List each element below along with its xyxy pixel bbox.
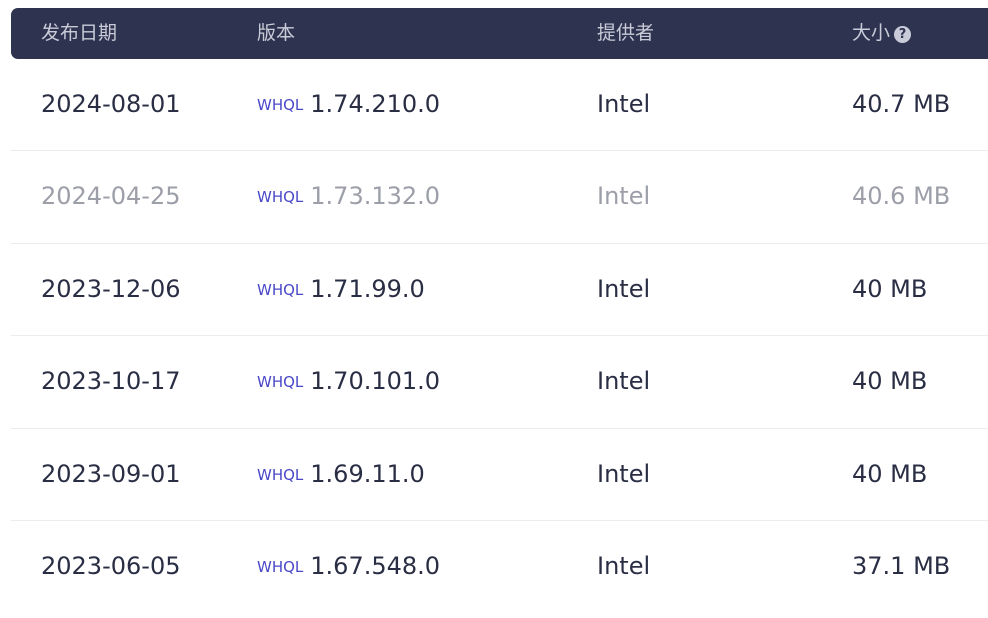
row-size: 37.1 MB: [852, 551, 951, 580]
row-version: WHQL 1.69.11.0: [257, 429, 425, 521]
row-provider: Intel: [597, 274, 651, 303]
whql-badge: WHQL: [257, 188, 304, 207]
row-size: 40 MB: [852, 459, 928, 488]
row-version: WHQL 1.74.210.0: [257, 59, 440, 151]
row-version: WHQL 1.70.101.0: [257, 336, 440, 428]
row-version-number: 1.71.99.0: [310, 274, 425, 303]
row-provider: Intel: [597, 459, 651, 488]
table-row[interactable]: 2023-09-01 WHQL 1.69.11.0 Intel 40 MB: [11, 429, 988, 521]
row-provider: Intel: [597, 551, 651, 580]
question-circle-icon[interactable]: ?: [894, 26, 912, 43]
table-row[interactable]: 2024-04-25 WHQL 1.73.132.0 Intel 40.6 MB: [11, 151, 988, 244]
row-size: 40 MB: [852, 274, 928, 303]
row-date: 2024-04-25: [41, 182, 181, 211]
row-size: 40 MB: [852, 367, 928, 396]
whql-badge: WHQL: [257, 465, 304, 484]
row-version-number: 1.67.548.0: [310, 551, 441, 580]
row-version: WHQL 1.71.99.0: [257, 244, 425, 336]
row-version: WHQL 1.67.548.0: [257, 521, 440, 613]
whql-badge: WHQL: [257, 96, 304, 114]
row-provider: Intel: [597, 90, 651, 118]
row-version-number: 1.70.101.0: [310, 367, 441, 396]
row-date: 2024-08-01: [41, 90, 181, 118]
row-date: 2023-06-05: [41, 551, 181, 580]
whql-badge: WHQL: [257, 557, 304, 576]
row-date: 2023-10-17: [41, 367, 181, 396]
column-header-version[interactable]: 版本: [257, 8, 295, 59]
table-header: 发布日期 版本 提供者 大小?: [11, 8, 988, 59]
row-version-number: 1.74.210.0: [310, 90, 441, 118]
column-header-provider[interactable]: 提供者: [597, 8, 654, 59]
row-version-number: 1.69.11.0: [310, 459, 425, 488]
table-row[interactable]: 2023-12-06 WHQL 1.71.99.0 Intel 40 MB: [11, 244, 988, 337]
row-version-number: 1.73.132.0: [310, 182, 441, 211]
row-version: WHQL 1.73.132.0: [257, 151, 440, 243]
row-size: 40.7 MB: [852, 90, 951, 118]
row-size: 40.6 MB: [852, 182, 951, 211]
whql-badge: WHQL: [257, 373, 304, 392]
row-provider: Intel: [597, 182, 651, 211]
column-header-date[interactable]: 发布日期: [41, 8, 117, 59]
row-date: 2023-12-06: [41, 274, 181, 303]
whql-badge: WHQL: [257, 280, 304, 299]
column-header-size[interactable]: 大小?: [852, 8, 912, 59]
driver-version-table: 发布日期 版本 提供者 大小? 2024-08-01 WHQL 1.74.210.…: [11, 8, 988, 612]
column-header-size-label: 大小: [852, 22, 891, 44]
row-date: 2023-09-01: [41, 459, 181, 488]
table-row[interactable]: 2024-08-01 WHQL 1.74.210.0 Intel 40.7 MB: [11, 59, 988, 152]
table-row[interactable]: 2023-06-05 WHQL 1.67.548.0 Intel 37.1 MB: [11, 521, 988, 612]
table-row[interactable]: 2023-10-17 WHQL 1.70.101.0 Intel 40 MB: [11, 336, 988, 429]
row-provider: Intel: [597, 367, 651, 396]
